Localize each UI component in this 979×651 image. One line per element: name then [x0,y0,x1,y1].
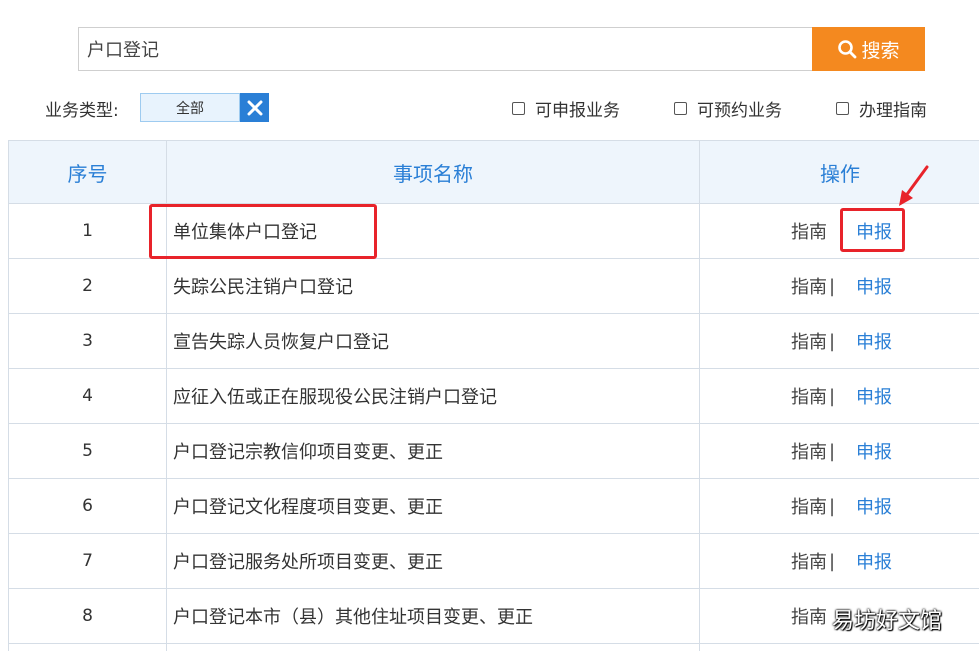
apply-link[interactable]: 申报 [856,479,892,533]
ops-separator: | [829,330,836,352]
ops-separator: | [829,495,836,517]
row-ops: 指南 | 申报 [699,424,979,478]
table-row: 2 失踪公民注销户口登记 指南 | 申报 [9,259,979,314]
filter-bookable-label: 可预约业务 [697,101,782,121]
filter-bookable[interactable]: 可预约业务 [674,96,782,121]
highlight-box-apply [840,208,905,252]
header-name: 事项名称 [393,161,473,186]
search-input[interactable] [79,28,812,70]
row-no: 2 [82,276,93,296]
row-no: 5 [82,441,93,461]
guide-link[interactable]: 指南 [791,369,827,423]
row-name: 户口登记宗教信仰项目变更、更正 [173,442,443,463]
apply-link[interactable]: 申报 [856,314,892,368]
close-icon [247,100,262,115]
row-name: 应征入伍或正在服现役公民注销户口登记 [173,387,497,408]
clear-type-button[interactable] [240,93,269,122]
checkbox-applyable[interactable] [512,102,525,115]
guide-link[interactable]: 指南 [791,424,827,478]
header-no: 序号 [67,161,108,186]
apply-link[interactable]: 申报 [856,534,892,588]
guide-link[interactable]: 指南 [791,479,827,533]
apply-link[interactable]: 申报 [856,369,892,423]
ops-separator: | [829,385,836,407]
apply-link[interactable]: 申报 [856,424,892,478]
row-ops: 指南 | 申报 [699,314,979,368]
red-arrow-icon [899,165,929,206]
filter-applyable[interactable]: 可申报业务 [512,96,620,121]
row-no: 8 [82,606,93,626]
guide-link[interactable]: 指南 [791,534,827,588]
row-no: 1 [82,221,93,241]
highlight-box-item [149,204,377,259]
column-divider [699,141,700,651]
page: 搜索 业务类型: 全部 可申报业务 可预约业务 办理指南 序号 事项名称 操作 … [0,0,979,651]
row-name: 失踪公民注销户口登记 [173,277,353,298]
ops-separator: | [829,550,836,572]
guide-link[interactable]: 指南 [791,314,827,368]
ops-separator: | [829,440,836,462]
search-button[interactable]: 搜索 [812,27,925,71]
table-row: 5 户口登记宗教信仰项目变更、更正 指南 | 申报 [9,424,979,479]
search-icon [838,40,857,59]
checkbox-bookable[interactable] [674,102,687,115]
table-header: 序号 事项名称 操作 [9,141,979,204]
row-name: 户口登记服务处所项目变更、更正 [173,552,443,573]
guide-link[interactable]: 指南 [791,259,827,313]
row-no: 3 [82,331,93,351]
row-name: 户口登记文化程度项目变更、更正 [173,497,443,518]
filter-applyable-label: 可申报业务 [535,101,620,121]
business-type-value: 全部 [176,100,204,117]
row-ops: 指南 | 申报 [699,259,979,313]
ops-separator: | [829,275,836,297]
row-ops: 指南 | 申报 [699,369,979,423]
table-row: 4 应征入伍或正在服现役公民注销户口登记 指南 | 申报 [9,369,979,424]
table-row: 3 宣告失踪人员恢复户口登记 指南 | 申报 [9,314,979,369]
header-ops: 操作 [820,161,860,186]
apply-link[interactable]: 申报 [856,259,892,313]
watermark-text: 易坊好文馆 [832,609,943,634]
guide-link[interactable]: 指南 [791,589,827,643]
filter-guide[interactable]: 办理指南 [836,96,927,121]
row-ops: 指南 | 申报 [699,534,979,588]
search-box [78,27,812,71]
guide-link[interactable]: 指南 [791,204,827,258]
table-row: 7 户口登记服务处所项目变更、更正 指南 | 申报 [9,534,979,589]
business-type-select[interactable]: 全部 [140,93,240,122]
row-ops: 指南 申报 [699,204,979,258]
table-row: 6 户口登记文化程度项目变更、更正 指南 | 申报 [9,479,979,534]
row-ops: 指南 | 申报 [699,479,979,533]
row-no: 6 [82,496,93,516]
checkbox-guide[interactable] [836,102,849,115]
row-name: 宣告失踪人员恢复户口登记 [173,332,389,353]
row-no: 4 [82,386,93,406]
search-button-label: 搜索 [861,40,900,62]
filter-guide-label: 办理指南 [859,101,927,121]
business-type-label: 业务类型: [45,101,119,121]
row-no: 7 [82,551,93,571]
row-name: 户口登记本市（县）其他住址项目变更、更正 [173,607,533,628]
